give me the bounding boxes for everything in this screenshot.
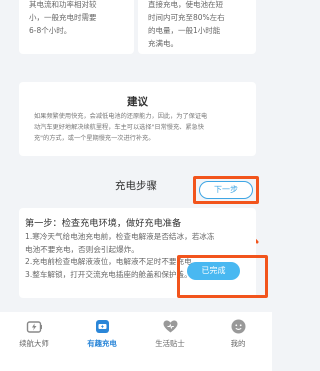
- next-step-button[interactable]: 下一步: [199, 181, 253, 199]
- heart-icon: [163, 320, 177, 333]
- done-button[interactable]: 已完成: [187, 262, 240, 280]
- charging-icon: [95, 320, 109, 333]
- battery-icon: [26, 321, 42, 333]
- slow-charge-text: 其电流和功率相对较 小，一般充电时需要 6-8个小时。: [29, 0, 97, 35]
- tab-life-tips[interactable]: 生活贴士: [136, 318, 204, 349]
- fast-charge-text: 直接充电，使电池在短 时间内可充至80%左右 的电量，一般1小时能 充满电。: [148, 0, 225, 48]
- tab-label: 我的: [230, 339, 246, 348]
- step-heading: 第一步：检查充电环境，做好充电准备: [25, 218, 182, 229]
- advice-body: 如果频繁使用快充，会减低电池的还原能力，因此，为了保证电 动汽车更好地解决续航里…: [34, 113, 208, 142]
- tab-label: 续航大师: [19, 339, 49, 348]
- info-card-fast-charge: 直接充电，使电池在短 时间内可充至80%左右 的电量，一般1小时能 充满电。: [138, 0, 256, 54]
- tab-profile[interactable]: 我的: [204, 318, 272, 349]
- advice-title: 建议: [127, 96, 148, 108]
- bottom-tab-bar: 续航大师 有趣充电 生活贴士 我的: [0, 312, 272, 371]
- tab-label: 有趣充电: [87, 339, 117, 348]
- advice-card: 建议 如果频繁使用快充，会减低电池的还原能力，因此，为了保证电 动汽车更好地解决…: [19, 82, 256, 156]
- info-card-slow-charge: 其电流和功率相对较 小，一般充电时需要 6-8个小时。: [19, 0, 134, 54]
- tab-label: 生活贴士: [155, 339, 185, 348]
- tab-range-master[interactable]: 续航大师: [0, 318, 68, 349]
- profile-icon: [231, 319, 245, 334]
- tab-fun-charging[interactable]: 有趣充电: [68, 318, 136, 349]
